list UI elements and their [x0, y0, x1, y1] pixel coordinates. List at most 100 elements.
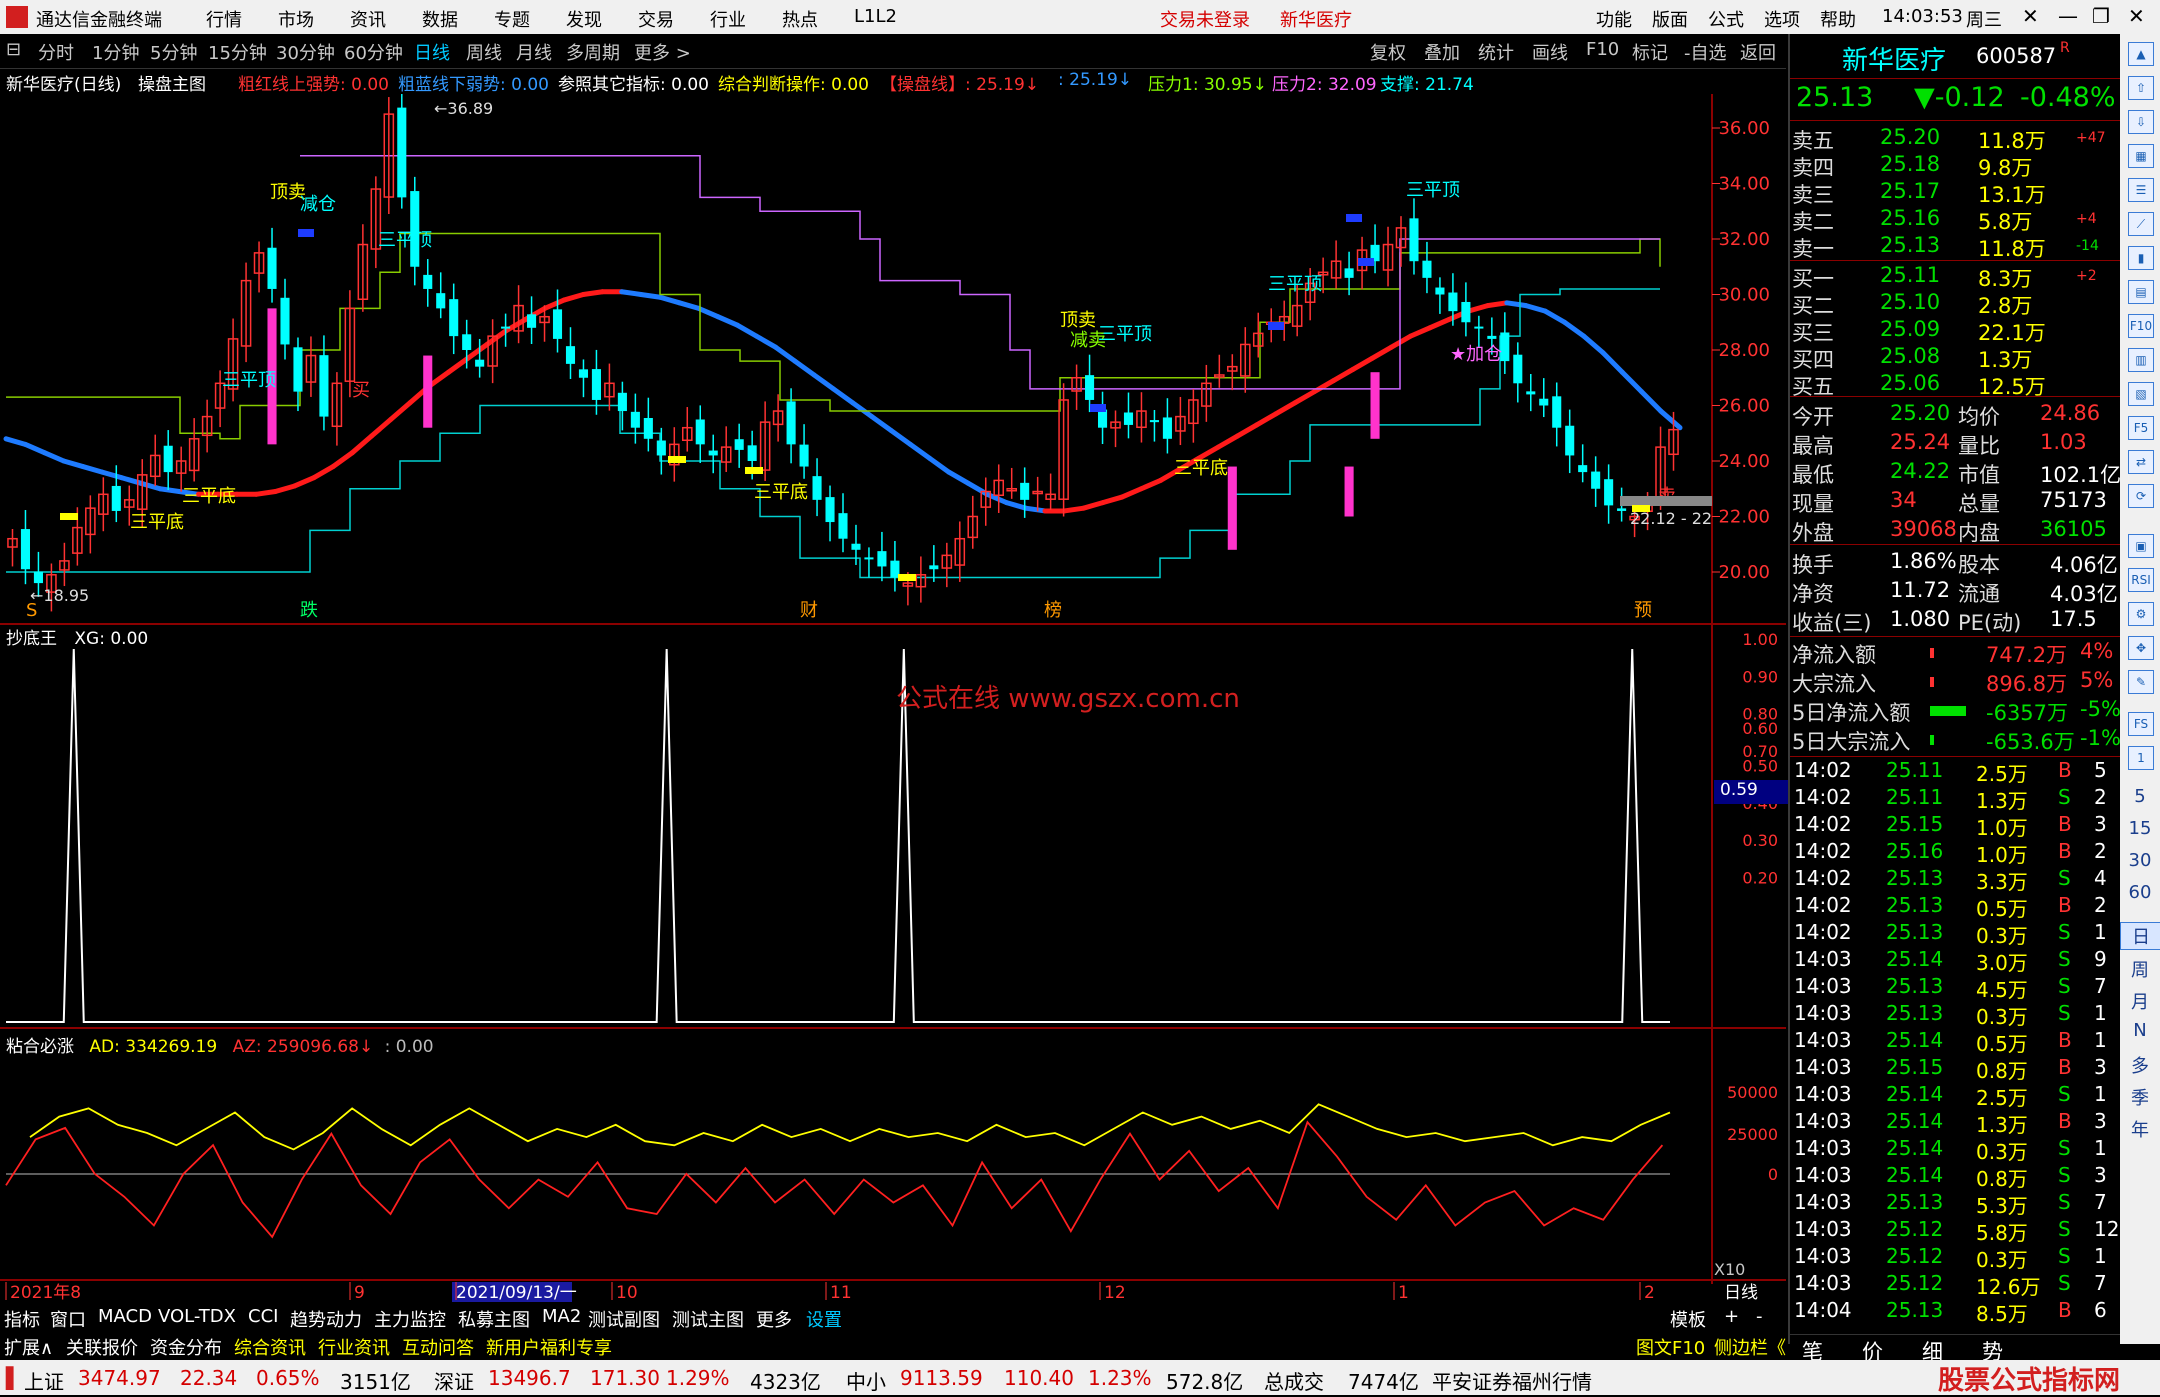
arrow-down-icon[interactable]: ⇩ [2128, 110, 2154, 134]
tab-cci[interactable]: CCI [248, 1306, 278, 1327]
menu-l1l2[interactable]: L1L2 [854, 6, 897, 27]
restore-icon[interactable]: ❐ [2092, 4, 2110, 28]
period-30min[interactable]: 30分钟 [276, 39, 335, 65]
stats-button[interactable]: 统计 [1478, 39, 1514, 65]
period-month-shortcut[interactable]: 月 [2120, 988, 2160, 1014]
tab-news[interactable]: 综合资讯 [234, 1334, 306, 1360]
pen-icon[interactable]: ✎ [2128, 670, 2154, 694]
tab-fund-dist[interactable]: 资金分布 [150, 1334, 222, 1360]
collapse-icon[interactable]: ⊟ [6, 39, 21, 60]
kline-chart[interactable]: 顶卖减仓买三平顶三平顶三平顶三平顶三平顶三平底三平底三平底三平底顶卖减卖卖★加仓… [0, 94, 1786, 1304]
period-more[interactable]: 更多 > [634, 39, 691, 65]
close-window-icon[interactable]: ✕ [2128, 4, 2145, 28]
move-icon[interactable]: ✥ [2128, 636, 2154, 660]
tab-trend[interactable]: 趋势动力 [290, 1306, 362, 1332]
tab-private-main[interactable]: 私募主图 [458, 1306, 530, 1332]
table-icon[interactable]: ▤ [2128, 280, 2154, 304]
overlay-button[interactable]: 叠加 [1424, 39, 1460, 65]
tab-expand[interactable]: 扩展∧ [4, 1334, 53, 1360]
add-button[interactable]: + [1724, 1306, 1739, 1327]
period-multi[interactable]: 多周期 [566, 39, 620, 65]
trend-icon[interactable]: ⟋ [2128, 212, 2154, 236]
tab-industry-news[interactable]: 行业资讯 [318, 1334, 390, 1360]
period-60min[interactable]: 60分钟 [344, 39, 403, 65]
mark-button[interactable]: 标记 [1632, 39, 1668, 65]
tab-settings[interactable]: 设置 [806, 1306, 842, 1332]
minimize-icon[interactable]: — [2058, 4, 2078, 28]
close-icon[interactable]: ✕ [2022, 4, 2039, 28]
menu-layout[interactable]: 版面 [1652, 6, 1688, 32]
menu-topics[interactable]: 专题 [494, 6, 530, 32]
f10-text-button[interactable]: 图文F10 [1636, 1334, 1705, 1360]
period-5-shortcut[interactable]: 5 [2120, 786, 2160, 807]
settings-icon[interactable]: ⚙ [2128, 602, 2154, 626]
fs-icon[interactable]: FS [2128, 712, 2154, 736]
tab-indicator[interactable]: 指标 [4, 1306, 40, 1332]
template-button[interactable]: 模板 [1670, 1306, 1706, 1332]
chart-icon[interactable]: ▲ [2128, 42, 2154, 66]
sh-index-name[interactable]: 上证 [24, 1366, 64, 1395]
list-icon[interactable]: ☰ [2128, 178, 2154, 202]
period-5min[interactable]: 5分钟 [150, 39, 197, 65]
report-icon[interactable]: ▧ [2128, 382, 2154, 406]
period-n-shortcut[interactable]: N [2120, 1020, 2160, 1041]
watchlist-button[interactable]: -自选 [1684, 39, 1727, 65]
menu-industry[interactable]: 行业 [710, 6, 746, 32]
period-day-shortcut[interactable]: 日 [2120, 922, 2160, 950]
rsi-icon[interactable]: RSI [2128, 568, 2154, 592]
f10-button[interactable]: F10 [1586, 39, 1619, 60]
period-30-shortcut[interactable]: 30 [2120, 850, 2160, 871]
menu-help[interactable]: 帮助 [1820, 6, 1856, 32]
remove-button[interactable]: - [1756, 1306, 1763, 1327]
tab-macd[interactable]: MACD [98, 1306, 152, 1327]
period-monthly[interactable]: 月线 [516, 39, 552, 65]
draw-button[interactable]: 画线 [1532, 39, 1568, 65]
tab-test-main[interactable]: 测试主图 [672, 1306, 744, 1332]
grid-icon[interactable]: ▦ [2128, 144, 2154, 168]
number-1-icon[interactable]: 1 [2128, 746, 2154, 770]
refresh-icon[interactable]: ⟳ [2128, 484, 2154, 508]
tab-window[interactable]: 窗口 [50, 1306, 86, 1332]
monitor-icon[interactable]: ▣ [2128, 534, 2154, 558]
sme-index-name[interactable]: 中小 [846, 1366, 886, 1395]
menu-function[interactable]: 功能 [1596, 6, 1632, 32]
tab-test-sub[interactable]: 测试副图 [588, 1306, 660, 1332]
f10-icon[interactable]: F10 [2128, 314, 2154, 338]
period-15-shortcut[interactable]: 15 [2120, 818, 2160, 839]
period-15min[interactable]: 15分钟 [208, 39, 267, 65]
back-button[interactable]: 返回 [1740, 39, 1776, 65]
menu-data[interactable]: 数据 [422, 6, 458, 32]
period-60-shortcut[interactable]: 60 [2120, 882, 2160, 903]
adjust-button[interactable]: 复权 [1370, 39, 1406, 65]
period-year-shortcut[interactable]: 年 [2120, 1116, 2160, 1142]
menu-hot[interactable]: 热点 [782, 6, 818, 32]
menu-news[interactable]: 资讯 [350, 6, 386, 32]
sz-index-name[interactable]: 深证 [434, 1366, 474, 1395]
sub1-title[interactable]: 抄底王 [6, 629, 57, 649]
f5-icon[interactable]: F5 [2128, 416, 2154, 440]
swap-icon[interactable]: ⇄ [2128, 450, 2154, 474]
tab-ma2[interactable]: MA2 [542, 1306, 581, 1327]
kline-icon[interactable]: ▮ [2128, 246, 2154, 270]
menu-formula[interactable]: 公式 [1708, 6, 1744, 32]
login-status[interactable]: 交易未登录 [1160, 6, 1250, 32]
arrow-up-icon[interactable]: ⇧ [2128, 76, 2154, 100]
menu-options[interactable]: 选项 [1764, 6, 1800, 32]
period-1min[interactable]: 1分钟 [92, 39, 139, 65]
period-daily[interactable]: 日线 [414, 39, 450, 65]
tab-main-monitor[interactable]: 主力监控 [374, 1306, 446, 1332]
tab-qa[interactable]: 互动问答 [402, 1334, 474, 1360]
period-week-shortcut[interactable]: 周 [2120, 956, 2160, 982]
tab-newuser[interactable]: 新用户福利专享 [486, 1334, 612, 1360]
period-weekly[interactable]: 周线 [466, 39, 502, 65]
layers-icon[interactable]: ▥ [2128, 348, 2154, 372]
period-intraday[interactable]: 分时 [38, 39, 74, 65]
menu-quotes[interactable]: 行情 [206, 6, 242, 32]
sub2-title[interactable]: 粘合必涨 [6, 1037, 74, 1057]
menu-discover[interactable]: 发现 [566, 6, 602, 32]
period-multi-shortcut[interactable]: 多 [2120, 1052, 2160, 1078]
tab-more[interactable]: 更多 [756, 1306, 792, 1332]
sidebar-toggle[interactable]: 侧边栏《 [1714, 1334, 1786, 1360]
period-quarter-shortcut[interactable]: 季 [2120, 1084, 2160, 1110]
tab-related-quotes[interactable]: 关联报价 [66, 1334, 138, 1360]
